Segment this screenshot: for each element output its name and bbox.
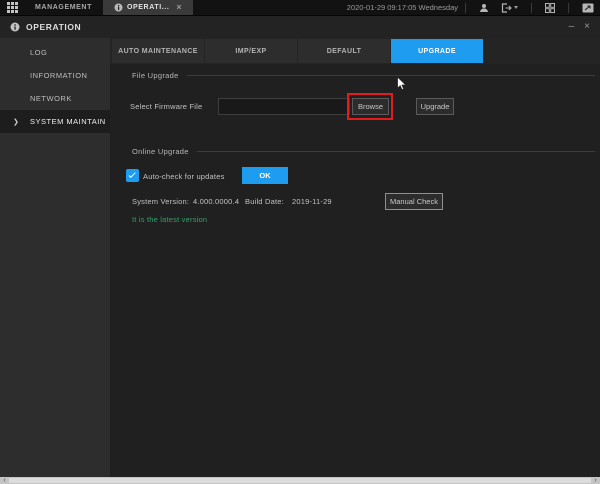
sidebar: LOG INFORMATION NETWORK ❯ SYSTEM MAINTAI… bbox=[0, 38, 110, 477]
scroll-right-icon[interactable]: › bbox=[591, 477, 600, 484]
upgrade-button[interactable]: Upgrade bbox=[416, 98, 454, 115]
grid-launcher-icon bbox=[7, 2, 18, 13]
sidebar-item-label: NETWORK bbox=[30, 94, 72, 103]
horizontal-scrollbar[interactable]: ‹ › bbox=[0, 477, 600, 484]
section-divider-line bbox=[187, 75, 595, 76]
layout-grid-icon bbox=[545, 3, 555, 13]
sidebar-item-network[interactable]: NETWORK bbox=[0, 87, 110, 110]
build-date-label: Build Date: bbox=[245, 197, 284, 206]
info-icon bbox=[10, 22, 20, 32]
scrollbar-thumb[interactable] bbox=[9, 478, 591, 483]
operation-title-bar: OPERATION – × bbox=[0, 15, 600, 38]
tab-management-label: MANAGEMENT bbox=[35, 4, 92, 11]
auto-check-label: Auto-check for updates bbox=[143, 172, 225, 181]
divider bbox=[465, 3, 466, 13]
divider bbox=[531, 3, 532, 13]
sidebar-item-log[interactable]: LOG bbox=[0, 41, 110, 64]
top-bar: MANAGEMENT OPERATI... × 2020-01-29 09:17… bbox=[0, 0, 600, 15]
system-version-value: 4.000.0000.4 bbox=[193, 197, 239, 206]
close-icon[interactable]: × bbox=[584, 22, 590, 32]
channel-layout-button[interactable] bbox=[539, 0, 561, 15]
firmware-file-input[interactable] bbox=[218, 98, 350, 115]
scroll-left-icon[interactable]: ‹ bbox=[0, 477, 9, 484]
tab-auto-maintenance[interactable]: AUTO MAINTENANCE bbox=[112, 39, 204, 63]
display-output-button[interactable] bbox=[576, 0, 600, 15]
tab-operation-label: OPERATI... bbox=[127, 4, 169, 11]
page-title: OPERATION bbox=[26, 22, 81, 32]
system-version-label: System Version: bbox=[132, 197, 189, 206]
manual-check-button[interactable]: Manual Check bbox=[385, 193, 443, 210]
main-content: AUTO MAINTENANCE IMP/EXP DEFAULT UPGRADE… bbox=[110, 38, 600, 477]
tab-default[interactable]: DEFAULT bbox=[298, 39, 390, 63]
divider bbox=[568, 3, 569, 13]
content-tab-bar: AUTO MAINTENANCE IMP/EXP DEFAULT UPGRADE bbox=[110, 38, 600, 64]
tab-imp-exp[interactable]: IMP/EXP bbox=[205, 39, 297, 63]
check-icon bbox=[129, 171, 136, 178]
user-icon bbox=[479, 3, 489, 13]
chevron-right-icon: ❯ bbox=[13, 118, 19, 126]
sidebar-item-system-maintain[interactable]: ❯ SYSTEM MAINTAIN bbox=[0, 110, 110, 133]
sidebar-item-information[interactable]: INFORMATION bbox=[0, 64, 110, 87]
build-date-value: 2019-11-29 bbox=[292, 197, 332, 206]
app-launcher-button[interactable] bbox=[0, 0, 24, 15]
logout-button[interactable] bbox=[495, 0, 524, 15]
user-account-button[interactable] bbox=[473, 0, 495, 15]
window-controls: – × bbox=[569, 22, 600, 32]
tab-close-icon[interactable]: × bbox=[176, 3, 182, 12]
ok-button[interactable]: OK bbox=[242, 167, 288, 184]
datetime-label: 2020-01-29 09:17:05 Wednesday bbox=[347, 3, 458, 12]
browse-button[interactable]: Browse bbox=[352, 98, 389, 115]
minimize-icon[interactable]: – bbox=[569, 22, 575, 32]
auto-check-checkbox[interactable] bbox=[126, 169, 139, 182]
select-firmware-file-label: Select Firmware File bbox=[130, 102, 202, 111]
display-icon bbox=[582, 3, 594, 13]
tab-operation[interactable]: OPERATI... × bbox=[103, 0, 193, 15]
logout-icon bbox=[501, 3, 512, 13]
tab-upgrade[interactable]: UPGRADE bbox=[391, 39, 483, 63]
tab-management[interactable]: MANAGEMENT bbox=[24, 0, 103, 15]
caret-down-icon bbox=[514, 6, 518, 9]
info-icon bbox=[114, 3, 123, 12]
section-title: File Upgrade bbox=[132, 71, 179, 80]
sidebar-item-label: SYSTEM MAINTAIN bbox=[30, 117, 106, 126]
sidebar-item-label: INFORMATION bbox=[30, 71, 87, 80]
section-divider-line bbox=[197, 151, 595, 152]
application-window: MANAGEMENT OPERATI... × 2020-01-29 09:17… bbox=[0, 0, 600, 484]
section-title: Online Upgrade bbox=[132, 147, 189, 156]
sidebar-item-label: LOG bbox=[30, 48, 47, 57]
file-upgrade-section-header: File Upgrade bbox=[132, 71, 595, 80]
online-upgrade-section-header: Online Upgrade bbox=[132, 147, 595, 156]
latest-version-status: It is the latest version bbox=[132, 215, 207, 224]
top-bar-right: 2020-01-29 09:17:05 Wednesday bbox=[347, 0, 600, 15]
